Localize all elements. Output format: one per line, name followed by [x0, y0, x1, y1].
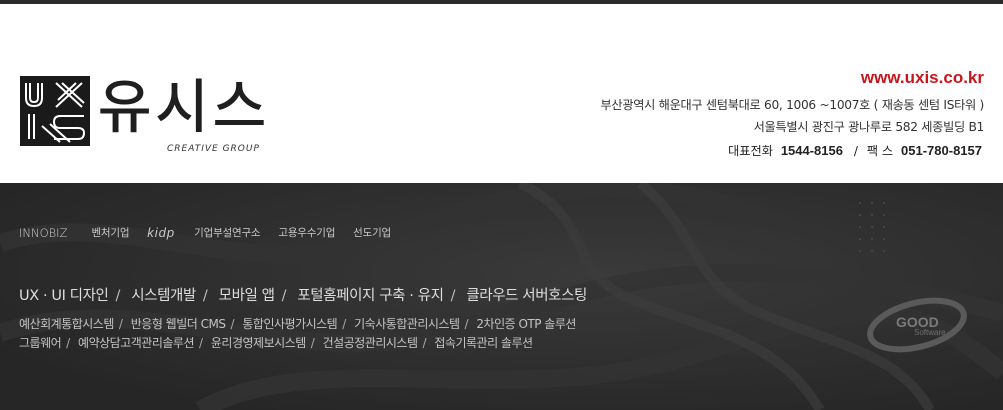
solution-item: 반응형 웹빌더 CMS	[130, 317, 226, 331]
service-item: 포털홈페이지 구축 · 유지	[297, 288, 444, 304]
solution-list-1: 예산회계통합시스템 / 반응형 웹빌더 CMS / 통합인사평가시스템 / 기숙사통합…	[19, 317, 576, 331]
cert-leading-company: 선도기업	[353, 227, 391, 239]
phone-number: 1544-8156	[780, 143, 843, 158]
main-services: UX · UI 디자인 / 시스템개발 / 모바일 앱 / 포털홈페이지 구축 · 유…	[19, 288, 587, 304]
uxis-logo-mark[interactable]	[20, 76, 90, 146]
certification-logos: INNOBIZ 벤처기업 kidp 기업부설연구소 고용우수기업 선도기업	[19, 225, 409, 240]
solution-list-2: 그룹웨어 / 예약상담고객관리솔루션 / 윤리경영제보시스템 / 건설공정관리시스템 /…	[19, 336, 533, 350]
service-item: 시스템개발	[131, 288, 196, 304]
separator: /	[853, 144, 858, 158]
cert-venture: 벤처기업	[91, 227, 130, 239]
contact-info: www.uxis.co.kr 부산광역시 해운대구 센텀북대로 60, 1006…	[600, 68, 985, 162]
website-link[interactable]: www.uxis.co.kr	[601, 68, 984, 88]
cert-employment: 고용우수기업	[278, 227, 336, 239]
fax-label: 팩 스	[866, 144, 894, 158]
site-footer: INNOBIZ 벤처기업 kidp 기업부설연구소 고용우수기업 선도기업 UX…	[0, 183, 1003, 410]
solution-item: 통합인사평가시스템	[242, 317, 338, 331]
brand-tagline: CREATIVE GROUP	[167, 144, 260, 154]
address-busan: 부산광역시 해운대구 센텀북대로 60, 1006 ~1007호 ( 재송동 센…	[600, 98, 985, 112]
phone-fax-row: 대표전화 1544-8156 / 팩 스 051-780-8157	[601, 140, 984, 162]
badge-subtitle: Software	[914, 328, 946, 337]
solution-item: 기숙사통합관리시스템	[354, 317, 460, 331]
solution-item: 접속기록관리 솔루션	[434, 336, 533, 350]
good-software-badge: GOOD Software	[866, 291, 968, 355]
solution-item: 예약상담고객관리솔루션	[78, 336, 194, 350]
service-item: 클라우드 서버호스팅	[466, 288, 587, 304]
cert-innobiz: INNOBIZ	[19, 225, 68, 240]
phone-label: 대표전화	[728, 144, 773, 158]
cert-research-institute: 기업부설연구소	[194, 227, 261, 239]
solution-item: 건설공정관리시스템	[322, 336, 418, 350]
service-item: 모바일 앱	[218, 288, 275, 304]
site-header: 유시스 CREATIVE GROUP www.uxis.co.kr 부산광역시 …	[0, 4, 1003, 183]
solution-item: 2차인증 OTP 솔루션	[476, 317, 576, 331]
brand-name: 유시스	[97, 73, 271, 141]
fax-number: 051-780-8157	[901, 143, 982, 158]
good-software-icon: GOOD Software	[867, 297, 967, 353]
cert-kidp: kidp	[147, 225, 176, 240]
uxis-logo-icon	[20, 76, 90, 146]
address-seoul: 서울특별시 광진구 광나루로 582 세종빌딩 B1	[753, 120, 985, 134]
solution-item: 예산회계통합시스템	[19, 317, 114, 331]
solution-item: 윤리경영제보시스템	[210, 336, 306, 350]
solution-item: 그룹웨어	[19, 336, 62, 350]
service-item: UX · UI 디자인	[19, 288, 109, 304]
